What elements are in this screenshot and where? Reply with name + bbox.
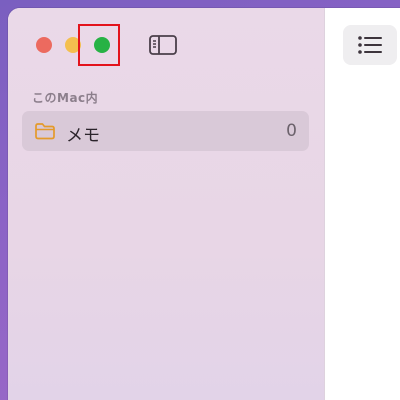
section-header: このMac内 [32, 91, 99, 105]
sidebar-item-notes-folder[interactable]: メモ 0 [22, 111, 309, 151]
highlight-annotation [78, 24, 120, 66]
sidebar-toggle-icon [149, 35, 177, 55]
folder-label: メモ [66, 126, 100, 146]
sidebar: このMac内 メモ 0 [8, 8, 325, 400]
folder-icon [35, 123, 55, 140]
close-button[interactable] [36, 37, 52, 53]
notes-list-pane [325, 8, 400, 400]
folder-count: 0 [286, 121, 297, 141]
sidebar-toggle-button[interactable] [148, 34, 178, 56]
notes-window: このMac内 メモ 0 [8, 8, 400, 400]
list-view-button[interactable] [343, 25, 397, 65]
list-view-icon [358, 36, 382, 54]
